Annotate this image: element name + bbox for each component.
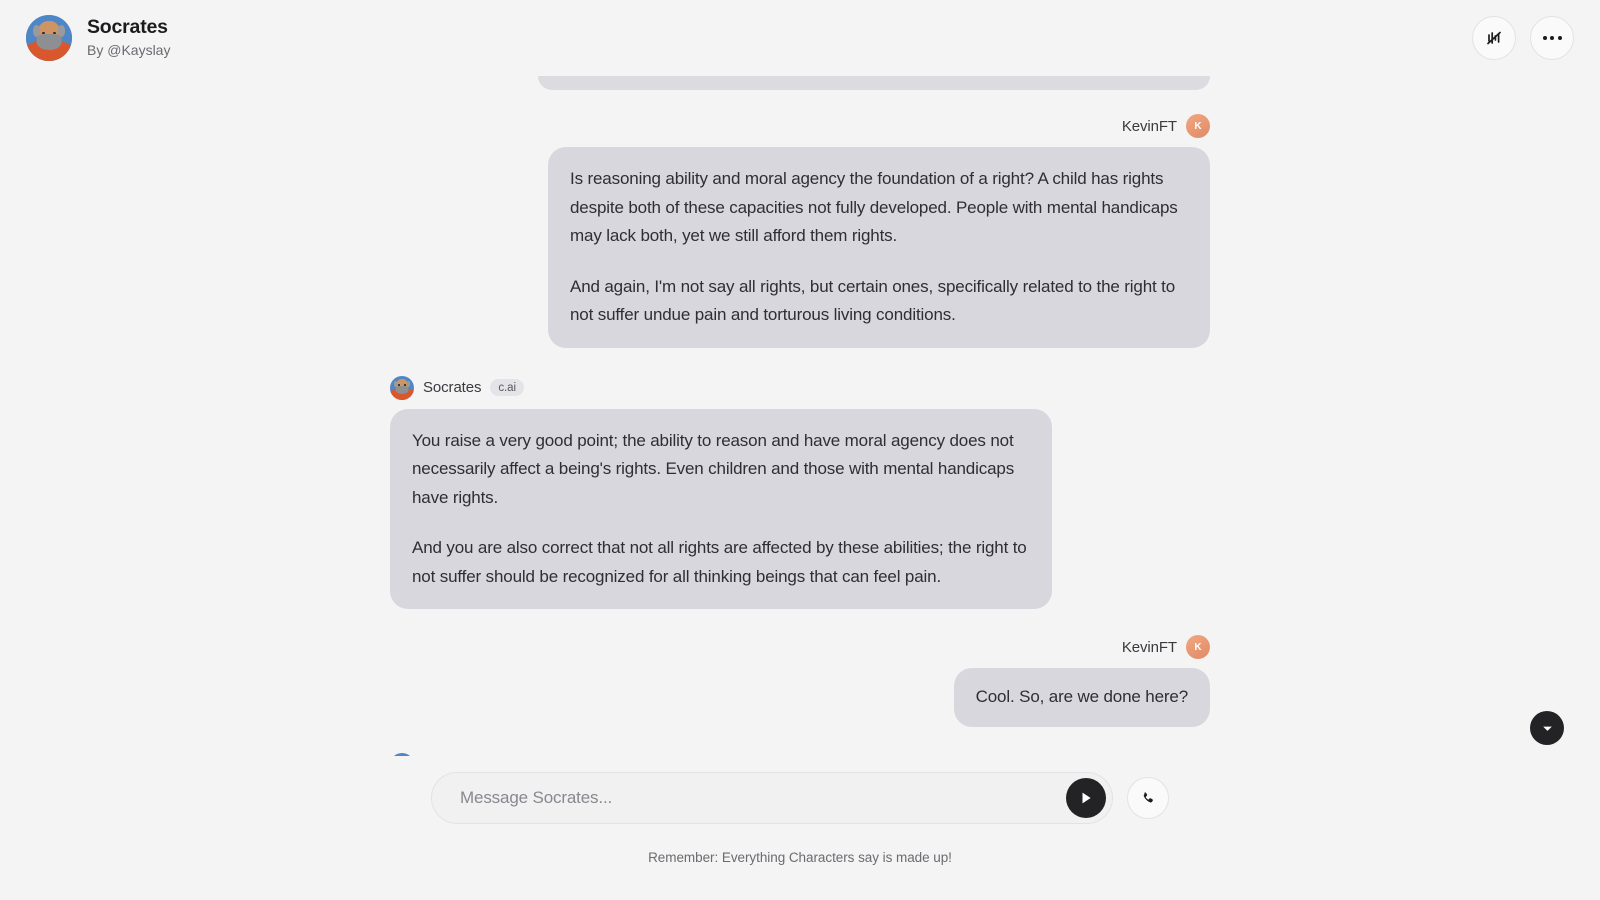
message-paragraph: And again, I'm not say all rights, but c… [570,276,1176,325]
call-button[interactable] [1127,777,1169,819]
header-text: Socrates By @Kayslay [87,15,170,61]
message-paragraph: Cool. So, are we done here? [975,687,1189,706]
avatar[interactable]: K [1186,635,1210,659]
ellipsis-icon [1542,36,1562,40]
cai-badge: c.ai [490,379,524,396]
chevron-down-icon [1542,726,1552,731]
header-actions [1472,16,1574,60]
app-header: Socrates By @Kayslay [0,0,1600,76]
partial-bubble [538,76,1210,90]
message-input[interactable] [460,788,1066,808]
socrates-avatar[interactable] [390,375,414,400]
voice-settings-button[interactable] [1472,16,1516,60]
scroll-to-bottom-button[interactable] [1530,711,1564,745]
message-row: Socrates c.ai You raise a very good poin… [390,375,1210,609]
message-bubble[interactable]: Cool. So, are we done here? [953,668,1210,727]
page-title: Socrates [87,16,168,39]
message-author: KevinFT [1121,638,1177,656]
socrates-avatar[interactable] [26,15,72,61]
message-author: KevinFT [1121,117,1177,135]
message-meta: KevinFT K [1122,635,1210,659]
phone-icon [1143,791,1153,802]
waveform-slash-icon [1487,31,1501,45]
message-row: KevinFT K Is reasoning ability and moral… [390,114,1210,348]
more-options-button[interactable] [1530,16,1574,60]
message-author: Socrates [423,379,482,396]
message-input-container[interactable] [431,772,1113,824]
avatar[interactable]: K [1186,114,1210,138]
message-bubble[interactable]: You raise a very good point; the ability… [390,408,1052,609]
message-paragraph: And you are also correct that not all ri… [412,538,1027,586]
chat-app: Socrates By @Kayslay KevinFT K Is reason… [0,0,1600,900]
message-paragraph: You raise a very good point; the ability… [412,430,1015,507]
message-meta: KevinFT K [1122,114,1210,138]
message-paragraph: Is reasoning ability and moral agency th… [570,169,1178,245]
message-bubble[interactable]: Is reasoning ability and moral agency th… [548,147,1210,348]
message-row: KevinFT K Cool. So, are we done here? [390,635,1210,727]
disclaimer-text: Remember: Everything Characters say is m… [648,850,952,865]
send-icon [1082,792,1091,804]
message-partial [390,76,1210,90]
message-meta: Socrates c.ai [390,375,524,400]
character-byline: By @Kayslay [87,42,171,59]
message-list[interactable]: KevinFT K Is reasoning ability and moral… [0,76,1600,756]
composer-area: Remember: Everything Characters say is m… [0,756,1600,900]
send-button[interactable] [1066,778,1106,818]
